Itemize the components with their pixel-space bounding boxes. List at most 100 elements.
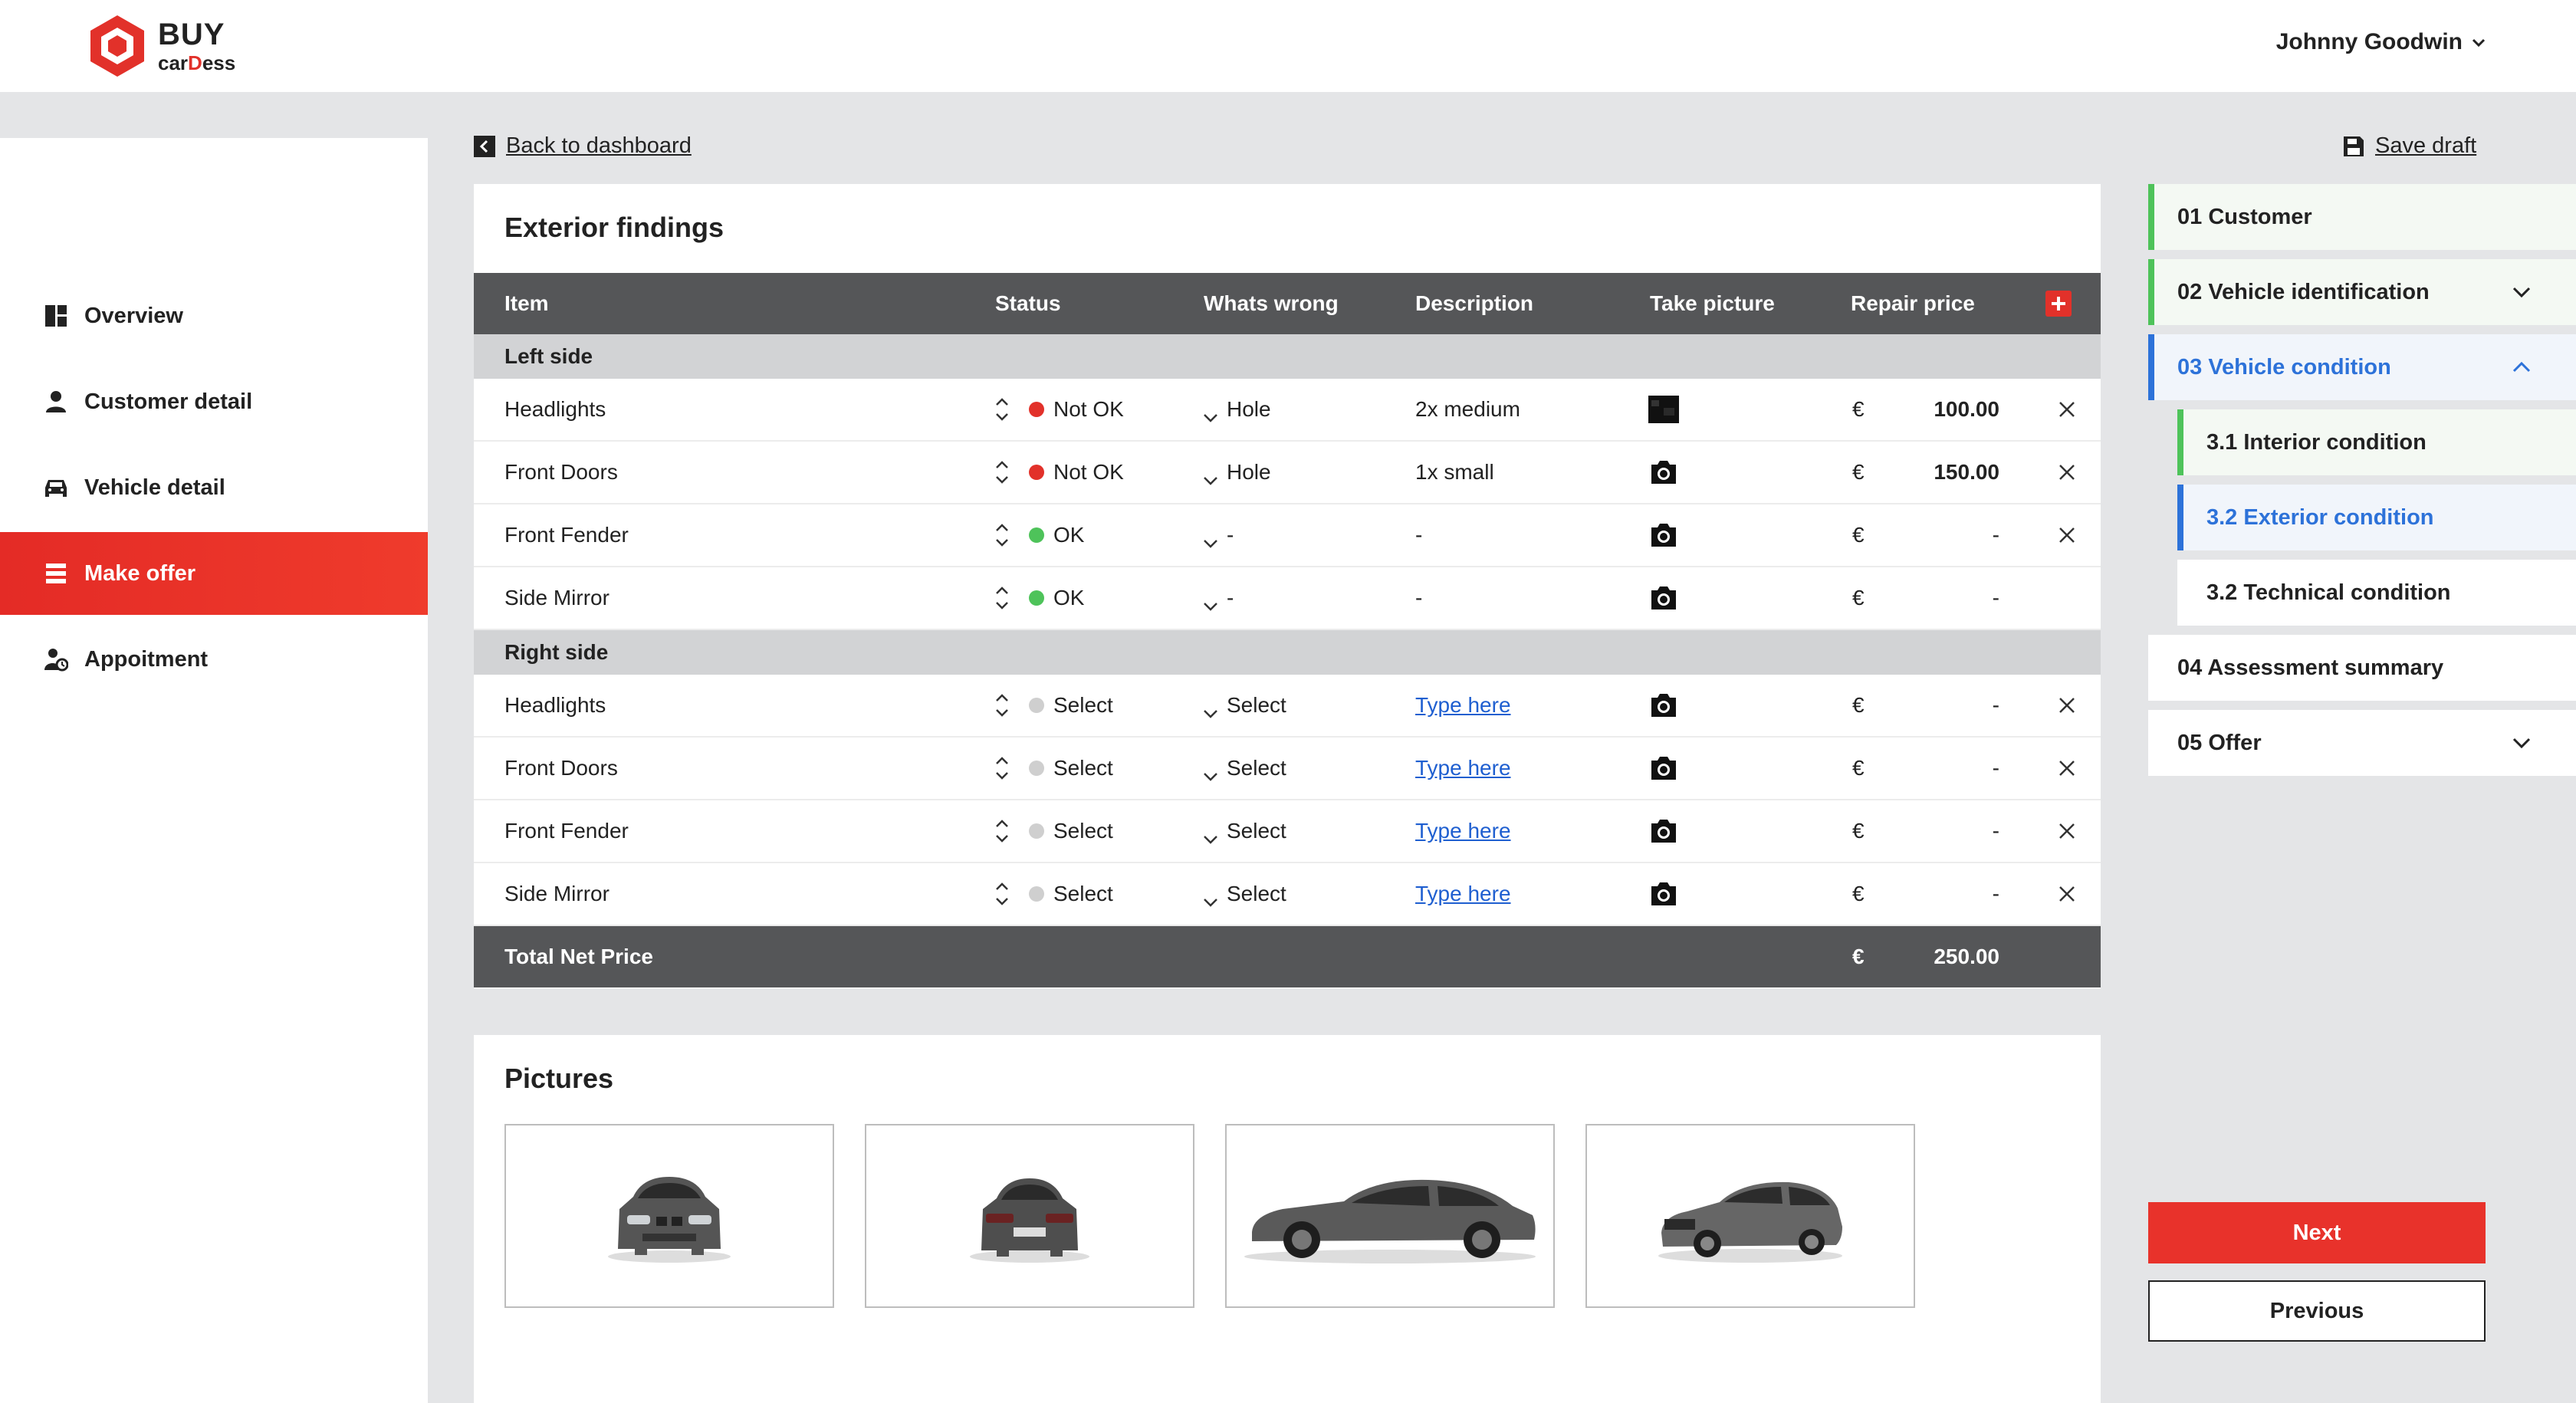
status-select[interactable]: Select (1053, 756, 1113, 780)
sort-arrows-icon[interactable] (992, 817, 1012, 845)
whats-wrong-select[interactable]: - (1227, 586, 1234, 610)
picture-thumbnail-rear[interactable] (865, 1124, 1194, 1308)
chevron-down-icon[interactable] (1202, 593, 1219, 611)
step-assessment-summary[interactable]: 04 Assessment summary (2148, 635, 2576, 701)
item-name: Front Fender (504, 523, 629, 547)
whats-wrong-select[interactable]: Hole (1227, 460, 1271, 485)
sidebar-item-vehicle-detail[interactable]: Vehicle detail (0, 446, 428, 529)
sidebar-item-customer-detail[interactable]: Customer detail (0, 360, 428, 443)
close-icon[interactable] (2056, 695, 2078, 716)
close-icon[interactable] (2056, 883, 2078, 905)
chevron-down-icon[interactable] (1202, 826, 1219, 844)
description-field[interactable]: 1x small (1415, 460, 1494, 485)
sort-arrows-icon[interactable] (992, 880, 1012, 908)
camera-icon[interactable] (1648, 754, 1679, 782)
repair-price-input[interactable]: - (1884, 882, 1999, 906)
sidebar-item-appointment[interactable]: Appoitment (0, 618, 428, 701)
close-icon[interactable] (2056, 399, 2078, 420)
chevron-down-icon[interactable] (1202, 467, 1219, 485)
currency-symbol: € (1852, 819, 1865, 843)
column-header: Take picture (1650, 291, 1775, 315)
picture-thumbnail-front[interactable] (504, 1124, 834, 1308)
whats-wrong-select[interactable]: - (1227, 523, 1234, 547)
step-label: 3.2 Technical condition (2206, 580, 2451, 605)
step-interior-condition[interactable]: 3.1 Interior condition (2177, 409, 2576, 475)
previous-button[interactable]: Previous (2148, 1280, 2486, 1342)
repair-price-input[interactable]: 150.00 (1884, 460, 1999, 485)
whats-wrong-select[interactable]: Hole (1227, 397, 1271, 422)
chevron-down-icon[interactable] (1202, 700, 1219, 718)
whats-wrong-select[interactable]: Select (1227, 756, 1286, 780)
status-select[interactable]: OK (1053, 586, 1084, 610)
camera-icon[interactable] (1648, 584, 1679, 612)
step-label: 3.1 Interior condition (2206, 429, 2426, 455)
close-icon[interactable] (2056, 524, 2078, 546)
column-header: Item (504, 291, 549, 315)
repair-price-input[interactable]: - (1884, 819, 1999, 843)
table-row: Headlights Select Select Type here € - (474, 675, 2101, 738)
status-select[interactable]: Not OK (1053, 460, 1124, 485)
chevron-down-icon[interactable] (1202, 889, 1219, 907)
description-field[interactable]: Type here (1415, 882, 1511, 906)
description-field[interactable]: - (1415, 586, 1422, 610)
whats-wrong-select[interactable]: Select (1227, 819, 1286, 843)
sort-arrows-icon[interactable] (992, 521, 1012, 549)
description-field[interactable]: Type here (1415, 693, 1511, 718)
brand-logo[interactable]: BUY carDess (87, 14, 235, 78)
description-field[interactable]: - (1415, 523, 1422, 547)
repair-price-input[interactable]: - (1884, 586, 1999, 610)
save-draft-link[interactable]: Save draft (2343, 133, 2476, 159)
back-to-dashboard-link[interactable]: Back to dashboard (474, 133, 692, 159)
sort-arrows-icon[interactable] (992, 584, 1012, 612)
add-row-button[interactable] (2045, 291, 2072, 317)
sort-arrows-icon[interactable] (992, 692, 1012, 719)
repair-price-input[interactable]: - (1884, 693, 1999, 718)
step-exterior-condition[interactable]: 3.2 Exterior condition (2177, 485, 2576, 550)
sort-arrows-icon[interactable] (992, 458, 1012, 486)
whats-wrong-select[interactable]: Select (1227, 693, 1286, 718)
close-icon[interactable] (2056, 462, 2078, 483)
sort-arrows-icon[interactable] (992, 396, 1012, 423)
step-vehicle-condition[interactable]: 03 Vehicle condition (2148, 334, 2576, 400)
description-field[interactable]: Type here (1415, 756, 1511, 780)
step-technical-condition[interactable]: 3.2 Technical condition (2177, 560, 2576, 626)
repair-price-input[interactable]: - (1884, 756, 1999, 780)
sidebar-item-make-offer[interactable]: Make offer (0, 532, 428, 615)
description-field[interactable]: 2x medium (1415, 397, 1520, 422)
status-select[interactable]: Select (1053, 882, 1113, 906)
sort-arrows-icon[interactable] (992, 754, 1012, 782)
camera-icon[interactable] (1648, 880, 1679, 908)
step-vehicle-identification[interactable]: 02 Vehicle identification (2148, 259, 2576, 325)
chevron-down-icon[interactable] (1202, 530, 1219, 548)
status-select[interactable]: Select (1053, 819, 1113, 843)
camera-icon[interactable] (1648, 521, 1679, 549)
whats-wrong-select[interactable]: Select (1227, 882, 1286, 906)
chevron-down-icon[interactable] (1202, 763, 1219, 781)
step-offer[interactable]: 05 Offer (2148, 710, 2576, 776)
status-select[interactable]: Select (1053, 693, 1113, 718)
previous-button-label: Previous (2269, 1298, 2364, 1323)
chevron-down-icon[interactable] (1202, 404, 1219, 422)
status-dot (1029, 698, 1044, 713)
repair-price-input[interactable]: 100.00 (1884, 397, 1999, 422)
status-select[interactable]: OK (1053, 523, 1084, 547)
close-icon[interactable] (2056, 757, 2078, 779)
photo-thumbnail-icon[interactable] (1648, 396, 1679, 423)
sidebar: Overview Customer detail Vehicle detail … (0, 138, 428, 1403)
description-field[interactable]: Type here (1415, 819, 1511, 843)
user-menu[interactable]: Johnny Goodwin (2276, 29, 2487, 55)
picture-thumbnail-angle[interactable] (1585, 1124, 1915, 1308)
next-button[interactable]: Next (2148, 1202, 2486, 1263)
step-customer[interactable]: 01 Customer (2148, 184, 2576, 250)
camera-icon[interactable] (1648, 692, 1679, 719)
status-select[interactable]: Not OK (1053, 397, 1124, 422)
repair-price-input[interactable]: - (1884, 523, 1999, 547)
sidebar-item-overview[interactable]: Overview (0, 274, 428, 357)
total-row: Total Net Price € 250.00 (474, 926, 2101, 987)
close-icon[interactable] (2056, 820, 2078, 842)
picture-thumbnail-side[interactable] (1225, 1124, 1555, 1308)
status-dot (1029, 527, 1044, 543)
item-name: Side Mirror (504, 586, 610, 610)
camera-icon[interactable] (1648, 458, 1679, 486)
camera-icon[interactable] (1648, 817, 1679, 845)
